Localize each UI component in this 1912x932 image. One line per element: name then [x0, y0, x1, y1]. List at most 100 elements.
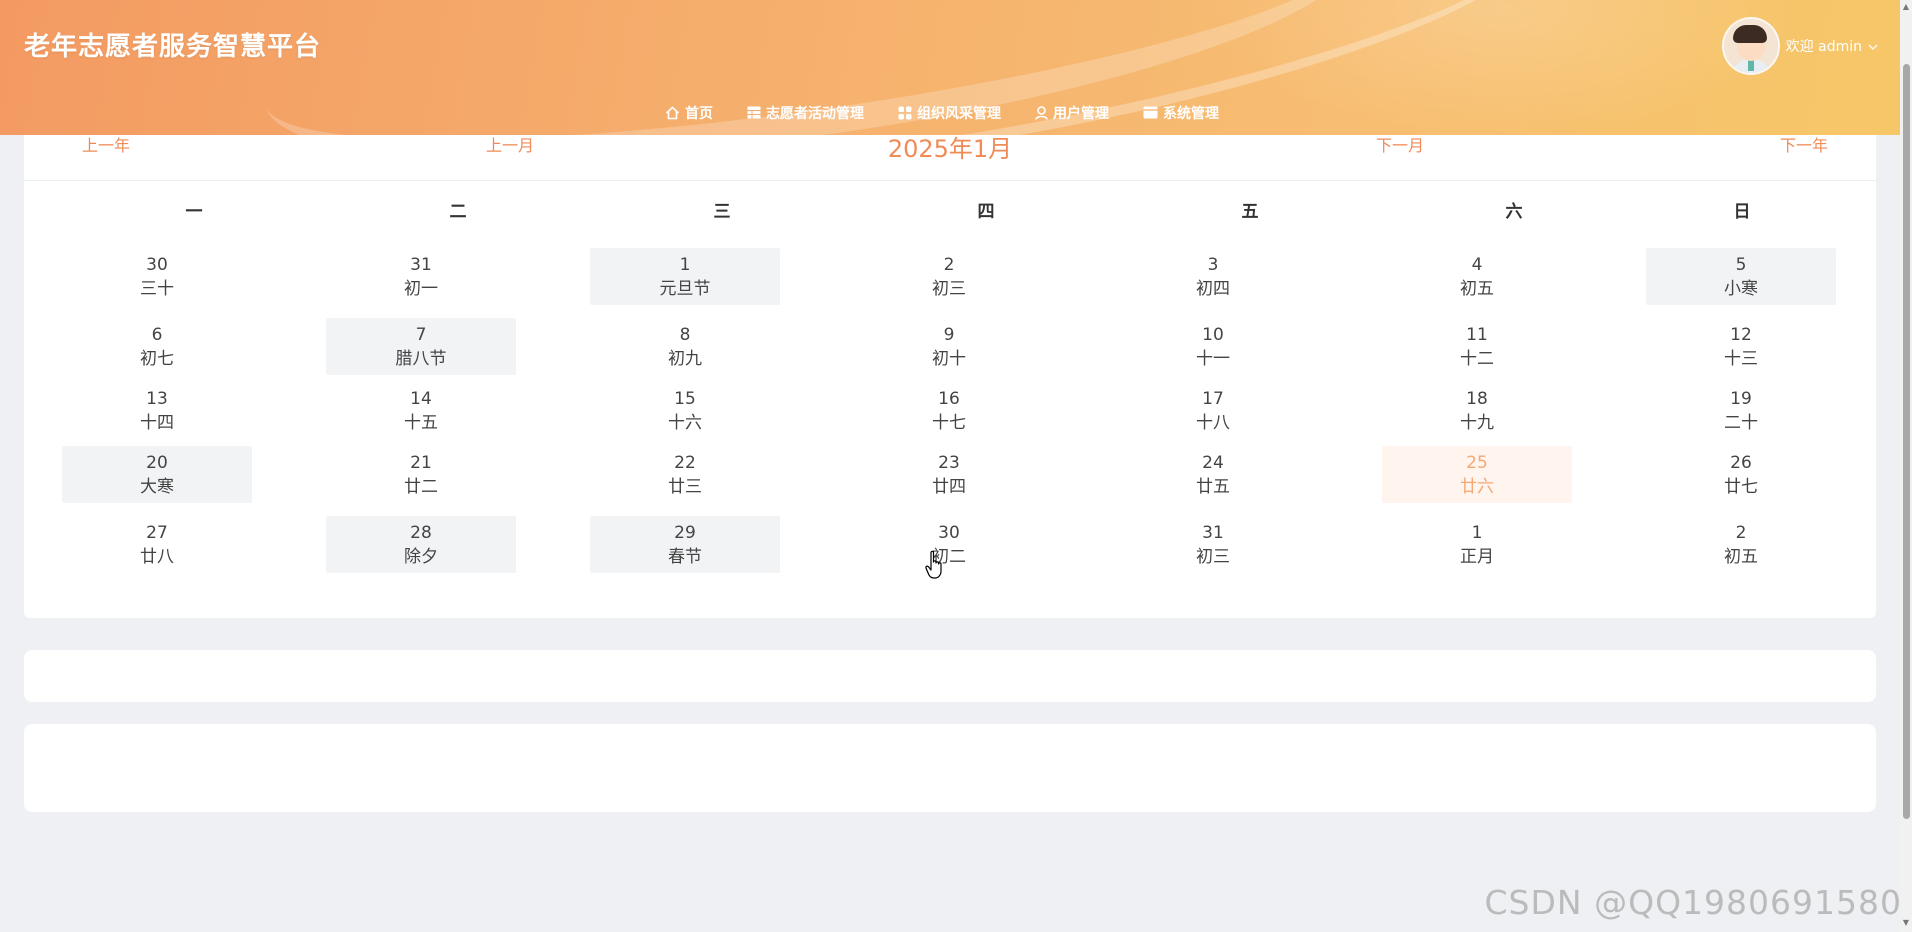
calendar-day[interactable]: 26 廿七 [1646, 446, 1836, 503]
day-number: 30 [938, 522, 960, 543]
day-lunar-label: 小寒 [1724, 278, 1758, 299]
day-number: 9 [943, 324, 955, 345]
chevron-down-icon [1868, 40, 1878, 53]
day-number: 19 [1730, 388, 1752, 409]
day-number: 25 [1466, 452, 1488, 473]
day-number: 22 [674, 452, 696, 473]
prev-year-button[interactable]: 上一年 [82, 132, 130, 156]
nav-item-organization[interactable]: 组织风采管理 [881, 93, 1018, 133]
day-lunar-label: 十七 [932, 412, 966, 433]
day-number: 20 [146, 452, 168, 473]
weekday-label: 日 [1733, 202, 1751, 222]
nav-item-system[interactable]: 系统管理 [1126, 93, 1236, 133]
day-lunar-label: 廿八 [140, 546, 174, 567]
welcome-text: 欢迎 admin [1785, 39, 1862, 55]
scrollbar-thumb[interactable] [1903, 64, 1910, 819]
calendar-day[interactable]: 13 十四 [62, 382, 252, 439]
calendar-day[interactable]: 6 初七 [62, 318, 252, 375]
day-number: 14 [410, 388, 432, 409]
day-lunar-label: 廿四 [932, 476, 966, 497]
nav-item-home[interactable]: 首页 [648, 93, 730, 133]
day-number: 12 [1730, 324, 1752, 345]
user-menu[interactable]: 欢迎 admin [1721, 17, 1878, 75]
calendar-day[interactable]: 7 腊八节 [326, 318, 516, 375]
day-number: 31 [1202, 522, 1224, 543]
day-lunar-label: 初五 [1724, 546, 1758, 567]
calendar-day[interactable]: 29 春节 [590, 516, 780, 573]
top-header: 老年志愿者服务智慧平台 欢迎 admin 首页 志愿者活动管理 组织风采管理 用… [0, 0, 1900, 135]
day-lunar-label: 二十 [1724, 412, 1758, 433]
calendar-day[interactable]: 2 初五 [1646, 516, 1836, 573]
calendar-day[interactable]: 30 三十 [62, 248, 252, 305]
day-lunar-label: 初七 [140, 348, 174, 369]
calendar-day[interactable]: 21 廿二 [326, 446, 516, 503]
day-lunar-label: 十四 [140, 412, 174, 433]
day-number: 28 [410, 522, 432, 543]
day-lunar-label: 正月 [1460, 546, 1494, 567]
day-lunar-label: 初三 [932, 278, 966, 299]
next-month-button[interactable]: 下一月 [1376, 132, 1424, 156]
hand-cursor-icon [925, 550, 942, 579]
day-number: 7 [415, 324, 427, 345]
calendar-day[interactable]: 27 廿八 [62, 516, 252, 573]
nav-item-volunteer-activity[interactable]: 志愿者活动管理 [730, 93, 881, 133]
calendar-day[interactable]: 17 十八 [1118, 382, 1308, 439]
calendar-day[interactable]: 28 除夕 [326, 516, 516, 573]
calendar-day[interactable]: 2 初三 [854, 248, 1044, 305]
day-number: 2 [943, 254, 955, 275]
calendar-day[interactable]: 9 初十 [854, 318, 1044, 375]
calendar-day[interactable]: 31 初三 [1118, 516, 1308, 573]
avatar[interactable] [1721, 17, 1780, 75]
nav-item-label: 首页 [685, 105, 713, 122]
day-number: 8 [679, 324, 691, 345]
day-lunar-label: 廿二 [404, 476, 438, 497]
day-number: 31 [410, 254, 432, 275]
day-number: 21 [410, 452, 432, 473]
calendar-day[interactable]: 4 初五 [1382, 248, 1572, 305]
day-lunar-label: 元旦节 [659, 278, 711, 299]
day-lunar-label: 十九 [1460, 412, 1494, 433]
calendar-day[interactable]: 31 初一 [326, 248, 516, 305]
weekday-label: 三 [713, 202, 731, 222]
next-year-button[interactable]: 下一年 [1780, 132, 1828, 156]
calendar-day[interactable]: 11 十二 [1382, 318, 1572, 375]
calendar-day[interactable]: 15 十六 [590, 382, 780, 439]
day-number: 3 [1207, 254, 1219, 275]
calendar-day[interactable]: 24 廿五 [1118, 446, 1308, 503]
nav-item-label: 组织风采管理 [917, 105, 1001, 122]
scroll-up-icon[interactable]: ▲ [1901, 2, 1911, 12]
day-number: 11 [1466, 324, 1488, 345]
calendar-day[interactable]: 10 十一 [1118, 318, 1308, 375]
weekday-label: 六 [1505, 202, 1523, 222]
calendar-day[interactable]: 8 初九 [590, 318, 780, 375]
calendar-day[interactable]: 1 正月 [1382, 516, 1572, 573]
day-number: 6 [151, 324, 163, 345]
calendar-day[interactable]: 3 初四 [1118, 248, 1308, 305]
content-panel [24, 650, 1876, 702]
day-number: 4 [1471, 254, 1483, 275]
calendar-day[interactable]: 5 小寒 [1646, 248, 1836, 305]
calendar-day[interactable]: 19 二十 [1646, 382, 1836, 439]
scroll-down-icon[interactable]: ▼ [1901, 918, 1911, 928]
weekday-header-row: 一 二 三 四 五 六 日 [62, 197, 1838, 222]
weekday-label: 五 [1241, 202, 1259, 222]
day-lunar-label: 腊八节 [395, 348, 447, 369]
calendar-day-today[interactable]: 25 廿六 [1382, 446, 1572, 503]
nav-item-user[interactable]: 用户管理 [1018, 93, 1126, 133]
day-number: 13 [146, 388, 168, 409]
calendar-day[interactable]: 12 十三 [1646, 318, 1836, 375]
calendar-day[interactable]: 1 元旦节 [590, 248, 780, 305]
calendar-day[interactable]: 20 大寒 [62, 446, 252, 503]
main-nav: 首页 志愿者活动管理 组织风采管理 用户管理 系统管理 [636, 90, 1248, 135]
calendar-day[interactable]: 16 十七 [854, 382, 1044, 439]
calendar-day[interactable]: 14 十五 [326, 382, 516, 439]
prev-month-button[interactable]: 上一月 [486, 132, 534, 156]
calendar-day[interactable]: 18 十九 [1382, 382, 1572, 439]
calendar-day[interactable]: 23 廿四 [854, 446, 1044, 503]
calendar-day[interactable]: 22 廿三 [590, 446, 780, 503]
watermark: CSDN @QQ1980691580 [1484, 883, 1902, 922]
day-lunar-label: 十六 [668, 412, 702, 433]
calendar-day[interactable]: 30 初二 [854, 516, 1044, 573]
site-title: 老年志愿者服务智慧平台 [24, 32, 322, 62]
day-number: 29 [674, 522, 696, 543]
